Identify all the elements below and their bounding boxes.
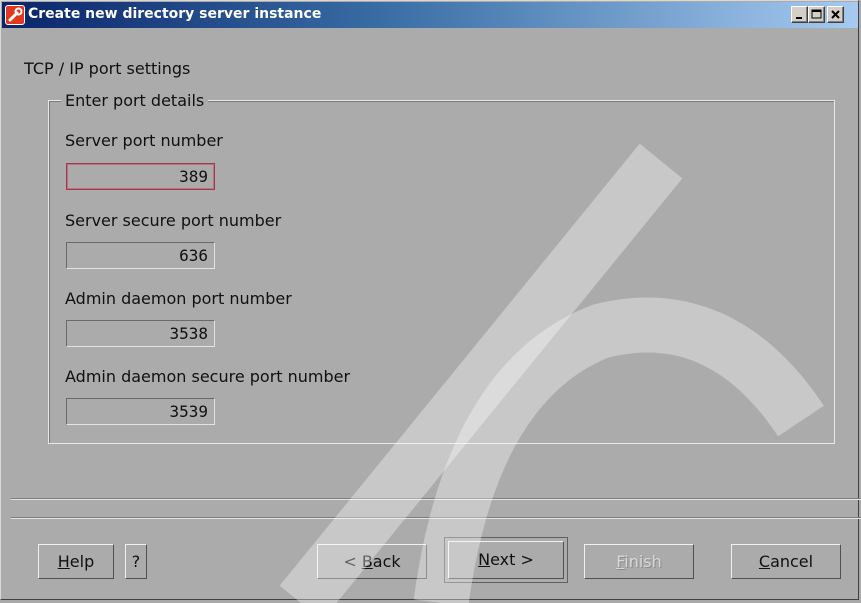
cancel-button[interactable]: Cancel <box>731 544 841 579</box>
maximize-button[interactable] <box>808 6 825 23</box>
server-secure-port-label: Server secure port number <box>65 211 282 230</box>
server-secure-port-field[interactable]: 636 <box>66 242 215 269</box>
wrench-icon <box>5 5 25 25</box>
help-button[interactable]: Help <box>38 544 114 579</box>
minimize-button[interactable] <box>791 6 808 23</box>
maximize-icon <box>811 9 822 19</box>
close-button[interactable] <box>827 6 844 23</box>
minimize-icon <box>796 17 802 19</box>
next-button[interactable]: Next > <box>444 537 568 583</box>
separator <box>11 517 861 519</box>
dialog-window: Create new directory server instance TCP… <box>0 0 861 603</box>
admin-daemon-secure-port-label: Admin daemon secure port number <box>65 367 351 386</box>
admin-daemon-port-label: Admin daemon port number <box>65 289 292 308</box>
close-icon <box>831 10 840 19</box>
admin-daemon-secure-port-field[interactable]: 3539 <box>66 398 215 425</box>
group-title: Enter port details <box>61 91 209 110</box>
context-help-button[interactable]: ? <box>125 544 147 579</box>
port-details-group <box>48 100 835 444</box>
server-port-label: Server port number <box>65 131 223 150</box>
admin-daemon-port-field[interactable]: 3538 <box>66 320 215 347</box>
page-title: TCP / IP port settings <box>24 59 191 78</box>
server-port-field[interactable]: 389 <box>66 163 215 190</box>
window-title: Create new directory server instance <box>28 6 322 22</box>
title-bar[interactable]: Create new directory server instance <box>2 2 858 28</box>
finish-button[interactable]: Finish <box>584 544 694 579</box>
back-button[interactable]: < Back <box>317 544 427 579</box>
separator <box>11 498 861 500</box>
